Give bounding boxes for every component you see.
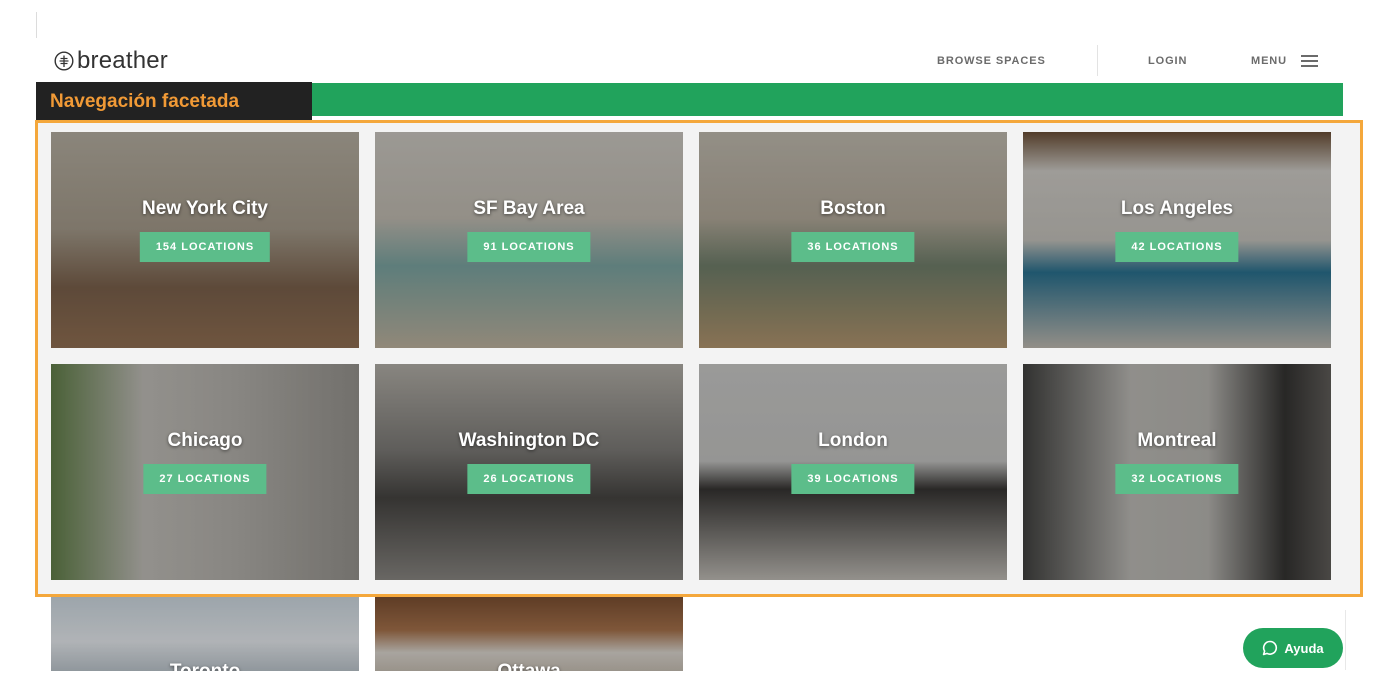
breather-logo[interactable]: breather bbox=[54, 47, 168, 75]
city-card-chicago[interactable]: Chicago 27 LOCATIONS bbox=[51, 364, 359, 580]
city-name: Boston bbox=[820, 198, 886, 219]
locations-badge[interactable]: 32 LOCATIONS bbox=[1115, 464, 1239, 494]
edge-tick bbox=[36, 12, 37, 38]
city-card-london[interactable]: London 39 LOCATIONS bbox=[699, 364, 1007, 580]
login-link[interactable]: LOGIN bbox=[1148, 54, 1187, 68]
help-button[interactable]: Ayuda bbox=[1243, 628, 1343, 668]
city-name: Chicago bbox=[167, 430, 243, 451]
page-edge-rule bbox=[1345, 610, 1346, 670]
green-banner bbox=[312, 83, 1343, 116]
city-name: SF Bay Area bbox=[473, 198, 585, 219]
city-card-boston[interactable]: Boston 36 LOCATIONS bbox=[699, 132, 1007, 348]
menu-link[interactable]: MENU bbox=[1251, 54, 1287, 68]
city-card-los-angeles[interactable]: Los Angeles 42 LOCATIONS bbox=[1023, 132, 1331, 348]
city-card-montreal[interactable]: Montreal 32 LOCATIONS bbox=[1023, 364, 1331, 580]
browse-spaces-link[interactable]: BROWSE SPACES bbox=[937, 54, 1046, 68]
locations-badge[interactable]: 91 LOCATIONS bbox=[467, 232, 591, 262]
city-card-toronto[interactable]: Toronto bbox=[51, 597, 359, 671]
city-name: Montreal bbox=[1137, 430, 1217, 451]
city-name: Toronto bbox=[51, 661, 359, 671]
locations-badge[interactable]: 26 LOCATIONS bbox=[467, 464, 591, 494]
locations-badge[interactable]: 42 LOCATIONS bbox=[1115, 232, 1239, 262]
hamburger-icon[interactable] bbox=[1301, 55, 1318, 67]
brand-name: breather bbox=[77, 47, 168, 74]
tree-leaf-icon bbox=[54, 51, 74, 71]
city-name: New York City bbox=[141, 198, 268, 219]
city-name: Ottawa bbox=[375, 661, 683, 671]
city-name: Washington DC bbox=[458, 430, 600, 451]
locations-badge[interactable]: 36 LOCATIONS bbox=[791, 232, 915, 262]
city-name: London bbox=[818, 430, 888, 451]
city-card-ottawa[interactable]: Ottawa bbox=[375, 597, 683, 671]
locations-badge[interactable]: 39 LOCATIONS bbox=[791, 464, 915, 494]
help-label: Ayuda bbox=[1284, 640, 1324, 656]
city-card-washington-dc[interactable]: Washington DC 26 LOCATIONS bbox=[375, 364, 683, 580]
locations-badge[interactable]: 27 LOCATIONS bbox=[143, 464, 267, 494]
locations-badge[interactable]: 154 LOCATIONS bbox=[139, 232, 271, 262]
city-name: Los Angeles bbox=[1120, 198, 1234, 219]
nav-divider bbox=[1097, 45, 1098, 76]
city-card-sf-bay-area[interactable]: SF Bay Area 91 LOCATIONS bbox=[375, 132, 683, 348]
faceted-navigation-label: Navegación facetada bbox=[36, 82, 312, 121]
city-card-new-york-city[interactable]: New York City 154 LOCATIONS bbox=[51, 132, 359, 348]
chat-bubble-icon bbox=[1263, 640, 1278, 656]
